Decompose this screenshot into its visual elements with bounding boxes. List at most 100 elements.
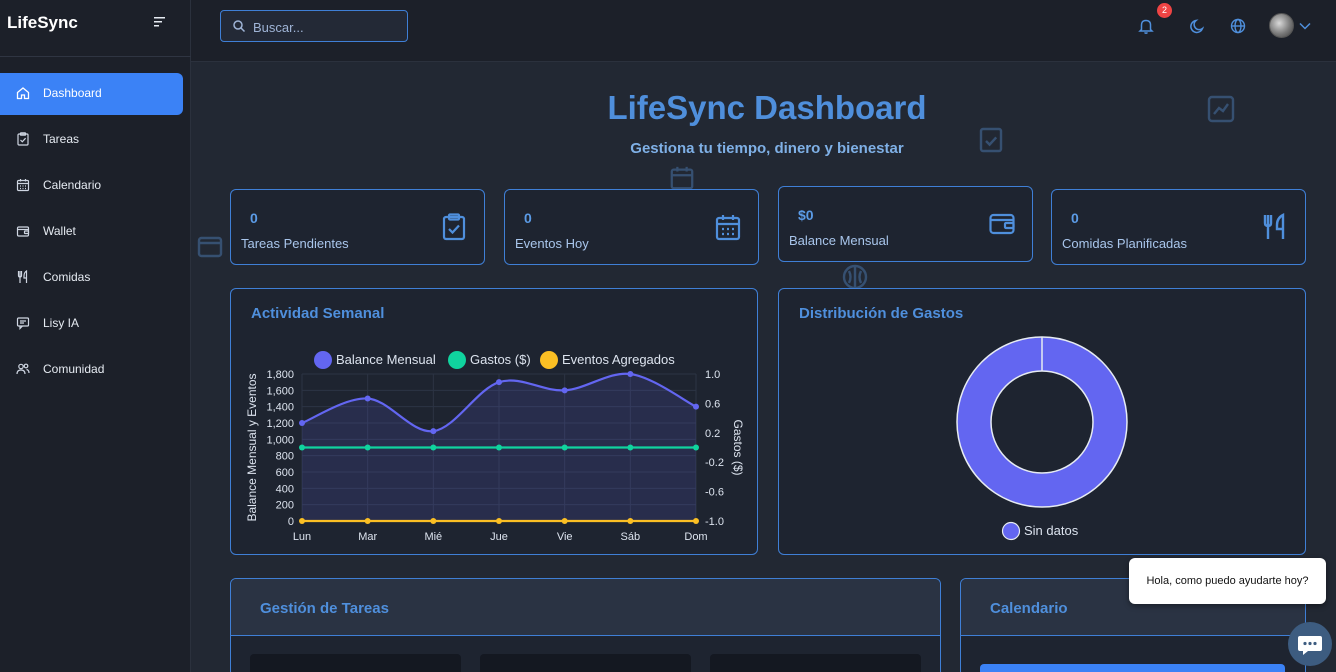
chat-icon — [16, 317, 30, 330]
sidebar-item-label: Wallet — [43, 224, 76, 238]
activity-line-chart: 0 200 400 600 800 1,000 1,200 1,400 1,600 1,800 Lu… — [245, 351, 745, 543]
chat-launcher-button[interactable] — [1288, 622, 1332, 666]
y2-tick-label: -0.6 — [705, 487, 724, 499]
sidebar-item-label: Tareas — [43, 132, 80, 146]
avatar[interactable] — [1269, 13, 1294, 38]
x-tick-label: Mar — [358, 531, 377, 543]
sidebar: LifeSync Dashboard Tareas Calendario Wal… — [0, 0, 191, 672]
sidebar-item-label: Comunidad — [43, 362, 105, 376]
data-point — [627, 444, 634, 451]
utensils-icon — [17, 270, 28, 283]
menu-toggle-icon[interactable] — [154, 16, 168, 28]
data-point — [364, 395, 371, 402]
x-tick-label: Mié — [424, 531, 442, 543]
x-tick-label: Vie — [557, 531, 573, 543]
app-name: LifeSync — [7, 13, 78, 32]
sidebar-nav: Dashboard Tareas Calendario Wallet Comid… — [0, 73, 191, 395]
data-point — [496, 444, 502, 451]
bell-icon[interactable] — [1137, 17, 1155, 35]
data-point — [299, 518, 305, 524]
y2-tick-label: 0.2 — [705, 428, 720, 440]
search-box — [220, 10, 408, 42]
search-icon — [233, 20, 246, 33]
clipboard-check-icon — [442, 213, 466, 241]
x-tick-label: Lun — [293, 531, 311, 543]
y2-tick-label: 0.6 — [705, 398, 720, 410]
brain-icon — [842, 264, 868, 290]
stat-value: 0 — [250, 210, 258, 226]
sidebar-item-comidas[interactable]: Comidas — [0, 257, 183, 299]
stat-value: 0 — [524, 210, 532, 226]
calendar-title: Calendario — [990, 600, 1068, 617]
tasks-header: Gestión de Tareas — [231, 579, 940, 636]
legend-label: Gastos ($) — [470, 352, 531, 367]
notification-badge: 2 — [1157, 3, 1172, 18]
y-tick-label: 1,200 — [266, 418, 294, 430]
y2-tick-label: -1.0 — [705, 516, 724, 528]
wallet-icon — [16, 226, 30, 237]
stat-card-eventos[interactable]: 0 Eventos Hoy — [504, 189, 759, 265]
sidebar-item-dashboard[interactable]: Dashboard — [0, 73, 183, 115]
sidebar-item-tareas[interactable]: Tareas — [0, 119, 183, 161]
expenses-donut-chart: Sin datos — [956, 336, 1128, 541]
y2-tick-label: -0.2 — [705, 457, 724, 469]
tasks-title: Gestión de Tareas — [260, 600, 389, 617]
clipboard-check-icon — [17, 132, 29, 146]
sidebar-item-label: Calendario — [43, 178, 102, 192]
y2-axis-label: Gastos ($) — [731, 419, 745, 475]
globe-icon[interactable] — [1229, 17, 1247, 35]
y2-tick-label: 1.0 — [705, 369, 720, 381]
task-column[interactable] — [710, 654, 921, 672]
legend-swatch — [540, 351, 558, 369]
data-point — [693, 518, 699, 524]
x-tick-label: Sáb — [621, 531, 641, 543]
calendar-toolbar[interactable] — [980, 664, 1285, 672]
data-point — [430, 444, 437, 451]
data-point — [561, 387, 568, 394]
legend-swatch — [1001, 521, 1021, 541]
y-tick-label: 0 — [288, 516, 294, 528]
task-column[interactable] — [480, 654, 691, 672]
sidebar-item-lisy-ia[interactable]: Lisy IA — [0, 303, 183, 345]
slice-border — [990, 370, 1094, 474]
sidebar-item-wallet[interactable]: Wallet — [0, 211, 183, 253]
legend-label: Sin datos — [1024, 523, 1079, 538]
task-column[interactable] — [250, 654, 461, 672]
moon-icon[interactable] — [1189, 17, 1207, 35]
tasks-panel: Gestión de Tareas — [230, 578, 941, 672]
data-point — [430, 518, 437, 524]
legend-swatch — [314, 351, 332, 369]
y-tick-label: 800 — [276, 451, 294, 463]
pie-slice — [957, 337, 1127, 507]
data-point — [299, 420, 305, 426]
calendar-icon — [715, 215, 741, 241]
chevron-down-icon[interactable] — [1299, 22, 1311, 30]
legend-label: Balance Mensual — [336, 352, 436, 367]
chat-icon — [1298, 636, 1322, 655]
page-subtitle: Gestiona tu tiempo, dinero y bienestar — [630, 140, 904, 157]
sidebar-item-comunidad[interactable]: Comunidad — [0, 349, 183, 391]
search-input[interactable] — [253, 17, 403, 37]
page-title: LifeSync Dashboard — [607, 89, 927, 126]
y-tick-label: 1,400 — [266, 402, 294, 414]
wallet-icon — [197, 236, 223, 258]
y-tick-label: 200 — [276, 500, 294, 512]
y-tick-label: 1,000 — [266, 434, 294, 446]
y-tick-label: 400 — [276, 483, 294, 495]
data-point — [627, 518, 634, 524]
wallet-icon — [989, 213, 1015, 235]
data-point — [627, 371, 634, 377]
y-tick-label: 1,600 — [266, 385, 294, 397]
stat-card-balance[interactable]: $0 Balance Mensual — [778, 186, 1033, 262]
y-tick-label: 1,800 — [266, 369, 294, 381]
x-tick-label: Jue — [490, 531, 508, 543]
legend-label: Eventos Agregados — [562, 352, 675, 367]
stat-card-tareas[interactable]: 0 Tareas Pendientes — [230, 189, 485, 265]
stat-card-comidas[interactable]: 0 Comidas Planificadas — [1051, 189, 1306, 265]
data-point — [496, 518, 502, 524]
sidebar-item-label: Lisy IA — [43, 316, 80, 330]
home-icon — [16, 87, 30, 100]
stat-value: 0 — [1071, 210, 1079, 226]
sidebar-item-calendario[interactable]: Calendario — [0, 165, 183, 207]
chat-greeting-bubble[interactable]: Hola, como puedo ayudarte hoy? — [1129, 558, 1326, 604]
